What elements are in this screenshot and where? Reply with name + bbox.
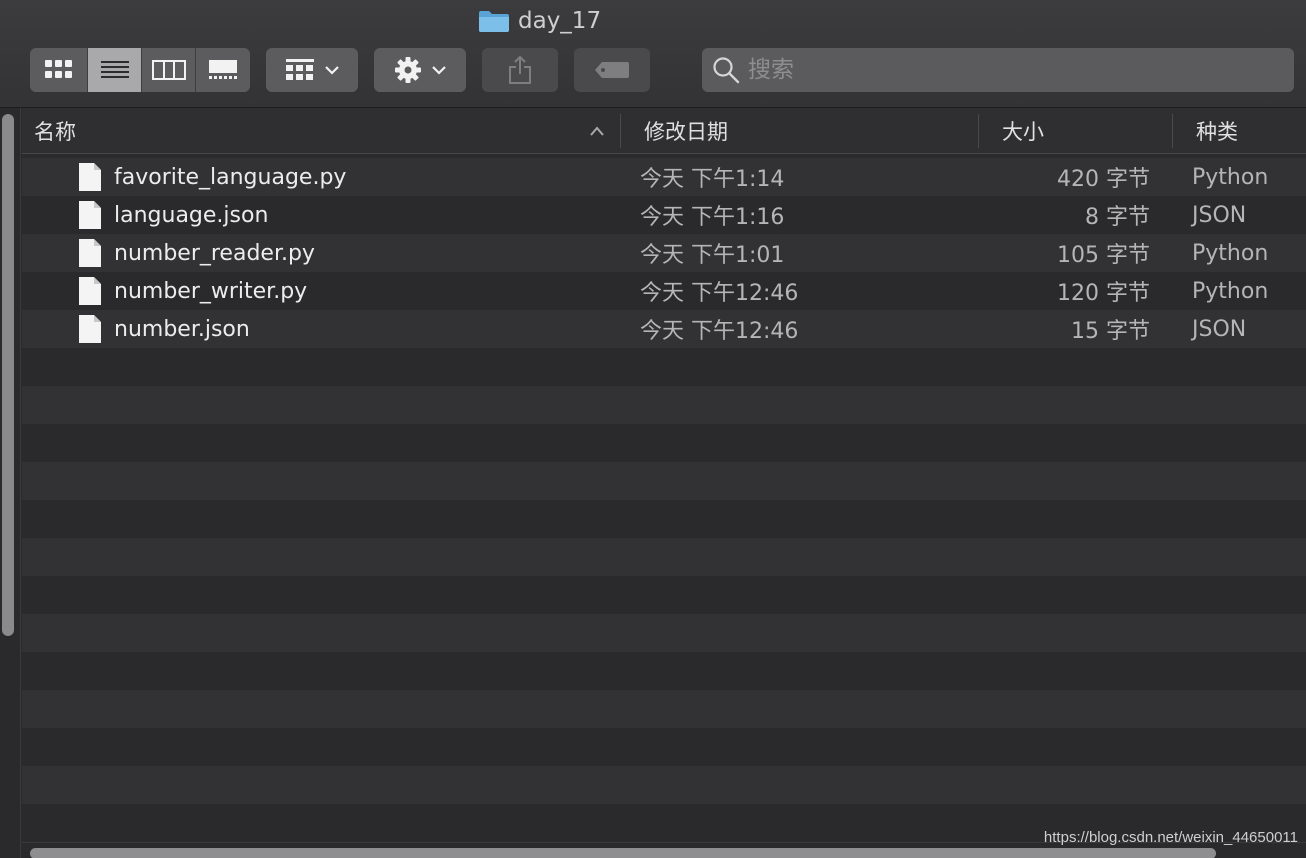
empty-row [22,424,1306,462]
action-menu-button[interactable] [374,48,466,92]
document-icon [79,277,101,305]
file-kind: JSON [1192,202,1247,228]
column-header-date[interactable]: 修改日期 [644,108,728,154]
column-header-size-label: 大小 [1002,120,1044,144]
column-header: 名称 修改日期 大小 种类 [22,108,1306,154]
vertical-scrollbar-thumb[interactable] [2,114,14,636]
vertical-scrollbar[interactable] [0,108,21,858]
file-name-cell: number_reader.py [78,234,315,272]
tag-icon [595,62,629,78]
file-kind: Python [1192,240,1269,266]
tag-button[interactable] [574,48,650,92]
empty-row [22,538,1306,576]
file-name-cell: favorite_language.py [78,158,346,196]
column-header-kind[interactable]: 种类 [1196,108,1238,154]
column-header-name-label: 名称 [34,120,76,144]
column-header-name[interactable]: 名称 [34,108,76,154]
empty-row [22,690,1306,728]
search-icon [713,57,740,84]
file-size: 8 字节 [1085,205,1150,230]
file-row[interactable]: favorite_language.py 今天 下午1:14 420 字节 Py… [22,158,1306,196]
file-date: 今天 下午1:16 [640,205,785,230]
file-size: 15 字节 [1071,319,1150,344]
file-date: 今天 下午1:01 [640,243,785,268]
group-by-button[interactable] [266,48,358,92]
column-divider[interactable] [620,114,621,148]
file-name: number_writer.py [114,278,308,304]
column-header-date-label: 修改日期 [644,120,728,144]
file-name: favorite_language.py [114,164,347,190]
document-icon [79,201,101,229]
file-name-cell: number_writer.py [78,272,307,310]
folder-icon [479,11,509,32]
document-icon [79,239,101,267]
horizontal-scrollbar-thumb[interactable] [30,848,1216,858]
column-view-button[interactable] [142,48,196,92]
gallery-icon [209,60,237,79]
group-grid-icon [286,59,314,80]
columns-icon [151,60,186,80]
view-mode-control [30,48,250,92]
column-header-size[interactable]: 大小 [1002,108,1044,154]
list-view-button[interactable] [88,48,142,92]
empty-row [22,462,1306,500]
file-date: 今天 下午12:46 [640,281,799,306]
file-row[interactable]: number.json 今天 下午12:46 15 字节 JSON [22,310,1306,348]
document-icon [79,163,101,191]
icon-view-button[interactable] [30,48,88,92]
list-icon [100,61,129,78]
toolbar: day_17 [0,0,1306,108]
share-icon [509,55,531,84]
file-date: 今天 下午1:14 [640,167,785,192]
gallery-view-button[interactable] [196,48,250,92]
empty-row [22,500,1306,538]
empty-row [22,766,1306,804]
window-title-text: day_17 [518,8,602,34]
file-size: 420 字节 [1057,167,1150,192]
file-name-cell: number.json [78,310,250,348]
empty-row [22,386,1306,424]
chevron-down-icon [325,66,339,75]
empty-row [22,348,1306,386]
file-kind: JSON [1192,316,1247,342]
search-input[interactable] [748,57,1268,83]
empty-row [22,728,1306,766]
file-size: 120 字节 [1057,281,1150,306]
file-name: number_reader.py [114,240,315,266]
file-list: favorite_language.py 今天 下午1:14 420 字节 Py… [22,158,1306,842]
file-row[interactable]: number_reader.py 今天 下午1:01 105 字节 Python [22,234,1306,272]
column-header-kind-label: 种类 [1196,120,1238,144]
file-date: 今天 下午12:46 [640,319,799,344]
sort-ascending-icon[interactable] [589,125,605,137]
file-size: 105 字节 [1057,243,1150,268]
chevron-down-icon [432,66,446,75]
empty-row [22,652,1306,690]
empty-row [22,576,1306,614]
file-row[interactable]: language.json 今天 下午1:16 8 字节 JSON [22,196,1306,234]
share-button[interactable] [482,48,558,92]
file-kind: Python [1192,164,1269,190]
column-divider[interactable] [1172,114,1173,148]
file-name: language.json [114,202,269,228]
file-row[interactable]: number_writer.py 今天 下午12:46 120 字节 Pytho… [22,272,1306,310]
file-name-cell: language.json [78,196,268,234]
document-icon [79,315,101,343]
column-divider[interactable] [978,114,979,148]
window-title: day_17 [478,6,601,36]
file-name: number.json [114,316,250,342]
watermark-text: https://blog.csdn.net/weixin_44650011 [1043,829,1298,846]
grid-icon [44,60,72,78]
gear-icon [395,57,421,83]
file-kind: Python [1192,278,1269,304]
empty-row [22,614,1306,652]
search-field[interactable] [702,48,1294,92]
